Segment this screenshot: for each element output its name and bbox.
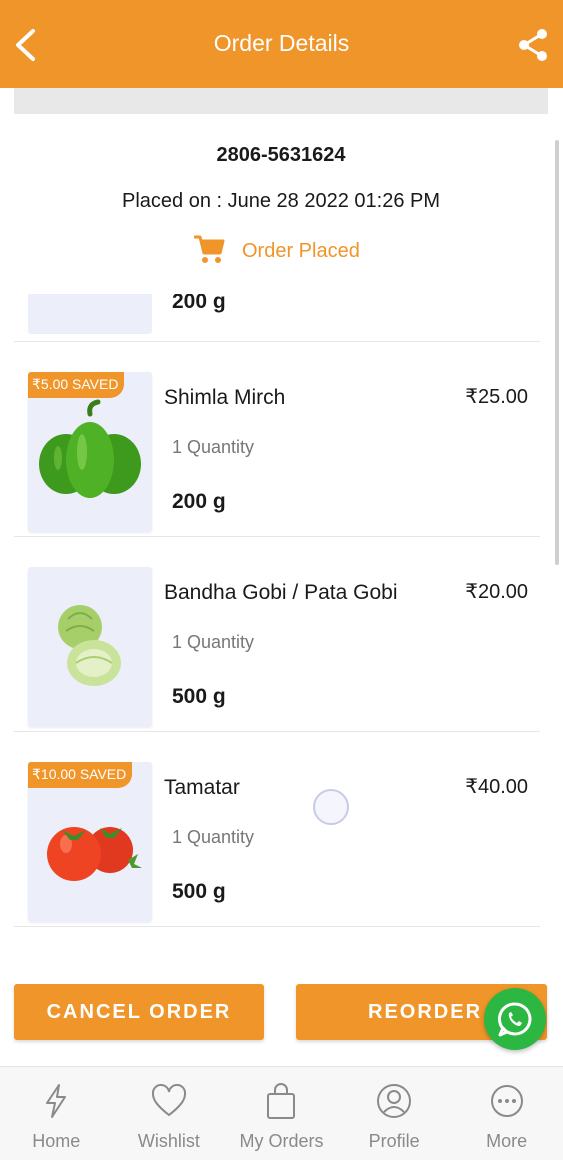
item-name: Bandha Gobi / Pata Gobi xyxy=(164,581,398,604)
list-item[interactable]: Bandha Gobi / Pata Gobi ₹20.00 1 Quantit… xyxy=(14,537,540,732)
savings-badge: ₹10.00 SAVED xyxy=(28,762,133,788)
cabbage-icon xyxy=(58,605,121,686)
bottom-navigation: Home Wishlist My Orders Profile More xyxy=(0,1066,563,1160)
nav-my-orders[interactable]: My Orders xyxy=(225,1067,338,1160)
item-price: ₹40.00 xyxy=(465,776,528,798)
item-price: ₹20.00 xyxy=(465,581,528,603)
lightning-icon xyxy=(42,1081,70,1121)
item-quantity: 1 Quantity xyxy=(172,437,255,457)
order-status-label: Order Placed xyxy=(242,240,360,262)
cancel-order-button[interactable]: CANCEL ORDER xyxy=(14,984,264,1040)
product-image: ₹5.00 SAVED xyxy=(28,372,152,532)
order-status: Order Placed xyxy=(192,232,360,271)
nav-label: More xyxy=(486,1131,528,1151)
header-divider xyxy=(14,88,548,114)
nav-profile[interactable]: Profile xyxy=(338,1067,451,1160)
product-image xyxy=(28,294,152,334)
list-item[interactable]: ₹10.00 SAVED Tamatar ₹40.00 1 Quantity 5… xyxy=(14,732,540,927)
more-icon xyxy=(489,1081,525,1121)
nav-label: Home xyxy=(32,1131,81,1151)
product-image xyxy=(28,567,152,727)
list-item[interactable]: 200 g xyxy=(14,294,540,342)
nav-more[interactable]: More xyxy=(450,1067,563,1160)
savings-badge: ₹5.00 SAVED xyxy=(28,372,125,398)
scrollbar[interactable] xyxy=(555,140,559,565)
product-image: ₹10.00 SAVED xyxy=(28,762,152,922)
heart-icon xyxy=(150,1081,188,1121)
item-price: ₹25.00 xyxy=(465,386,528,408)
order-summary: 2806-5631624 Placed on : June 28 2022 01… xyxy=(14,114,548,294)
item-weight: 200 g xyxy=(172,294,226,313)
nav-wishlist[interactable]: Wishlist xyxy=(113,1067,226,1160)
shopping-cart-icon xyxy=(192,232,226,271)
touch-indicator xyxy=(313,789,349,825)
order-placed-date: Placed on : June 28 2022 01:26 PM xyxy=(121,190,440,212)
list-item[interactable]: ₹5.00 SAVED Shimla Mirch ₹25.00 1 Quanti… xyxy=(14,342,540,537)
page-title: Order Details xyxy=(213,30,350,56)
nav-label: Wishlist xyxy=(137,1131,200,1151)
order-items-list[interactable]: 200 g ₹5.00 SAVED Shimla Mirch ₹25.00 1 … xyxy=(14,294,548,928)
item-name: Shimla Mirch xyxy=(164,386,286,409)
item-quantity: 1 Quantity xyxy=(172,827,255,847)
app-bar: Order Details xyxy=(0,0,563,88)
shopping-bag-icon xyxy=(265,1081,297,1121)
order-id: 2806-5631624 xyxy=(216,144,346,166)
item-weight: 200 g xyxy=(172,490,226,513)
nav-label: Profile xyxy=(368,1131,420,1151)
item-quantity: 1 Quantity xyxy=(172,632,255,652)
nav-label: My Orders xyxy=(239,1131,324,1151)
item-weight: 500 g xyxy=(172,880,226,903)
share-icon[interactable] xyxy=(515,26,551,64)
whatsapp-icon[interactable] xyxy=(484,988,546,1050)
profile-icon xyxy=(375,1081,413,1121)
nav-home[interactable]: Home xyxy=(0,1067,113,1160)
item-weight: 500 g xyxy=(172,685,226,708)
item-name: Tamatar xyxy=(164,776,240,799)
